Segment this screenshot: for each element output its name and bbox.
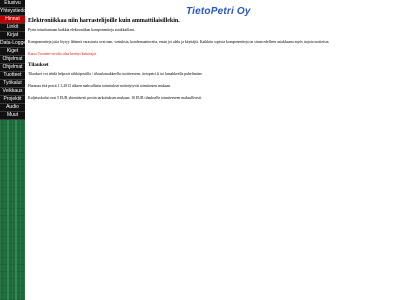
orders-heading: Tilaukset <box>28 62 49 68</box>
nav-item-kirjat[interactable]: Kirjat <box>0 32 25 40</box>
page-heading: Elektroniikkaa niin harrastelijoille kui… <box>28 18 180 24</box>
main-content: Elektroniikkaa niin harrastelijoille kui… <box>28 18 388 104</box>
orders-paragraph: Kuljetuskulut ovat 5 EUR yhtenäisesti po… <box>28 96 202 100</box>
nav-item-etusivu[interactable]: Etusivu <box>0 0 25 8</box>
nav-item-muut[interactable]: Muut <box>0 112 25 120</box>
site-logo: TietoPetri Oy <box>186 6 251 17</box>
orders-paragraph: Huomaa että postit 1.3.2013 alkaen maksu… <box>28 84 171 88</box>
nav-item-ohjelmat[interactable]: Ohjelmat <box>0 56 25 64</box>
nav-item-tuotteet[interactable]: Tuotteet <box>0 72 25 80</box>
nav-item-projektit[interactable]: Projektit <box>0 96 25 104</box>
orders-paragraph: Tilaukset voi tehdä helposti sähköpostil… <box>28 72 203 76</box>
sidebar-nav: Etusivu Yhteystiedot Hinnat Linkit Kirja… <box>0 0 25 120</box>
nav-item-veikkaus[interactable]: Veikkaus <box>0 88 25 96</box>
nav-item-ohjelmat-2[interactable]: Ohjelmat <box>0 64 25 72</box>
nav-item-yhteystiedot[interactable]: Yhteystiedot <box>0 8 25 16</box>
nav-item-data-loggeri[interactable]: Data-Loggeri <box>0 40 25 48</box>
intro-text: Pyrin toimittamaan kaikkia elektroniikan… <box>28 28 135 32</box>
nav-item-tyokalut[interactable]: Työkalut <box>0 80 25 88</box>
body-text: Komponentteja joita löytyy lähinnä varas… <box>28 40 330 44</box>
nav-item-hinnat[interactable]: Hinnat <box>0 16 25 24</box>
nav-item-audio[interactable]: Audio <box>0 104 25 112</box>
warning-text: Katso Tuotteet-sivulta tilaa kerätyt kul… <box>28 52 97 56</box>
nav-item-kiget[interactable]: Kiget <box>0 48 25 56</box>
nav-item-linkit[interactable]: Linkit <box>0 24 25 32</box>
